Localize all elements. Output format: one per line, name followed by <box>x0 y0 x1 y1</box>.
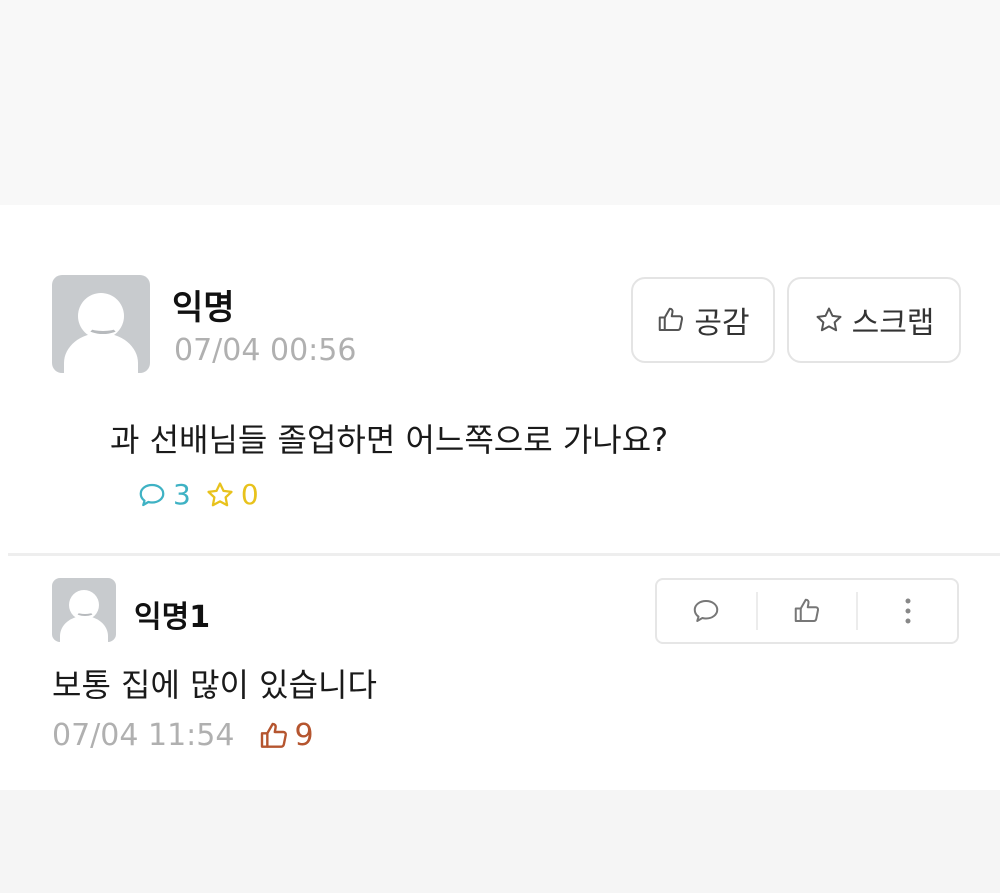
like-button[interactable]: 공감 <box>631 277 775 363</box>
comment-author-avatar <box>52 578 116 642</box>
star-icon <box>205 480 235 510</box>
comment-action-bar <box>655 578 959 644</box>
comment-timestamp: 07/04 11:54 <box>52 718 235 753</box>
post-body-text: 과 선배님들 졸업하면 어느쪽으로 가나요? <box>110 421 669 459</box>
comment-author-name: 익명1 <box>134 600 211 635</box>
post-author-name: 익명 <box>172 288 235 328</box>
scrap-button[interactable]: 스크랩 <box>787 277 961 363</box>
like-button-label: 공감 <box>694 306 750 341</box>
more-vertical-icon <box>903 596 913 626</box>
comment-like-count-value: 9 <box>294 718 314 753</box>
comment-like-button[interactable] <box>758 580 857 642</box>
comment-meta: 07/04 11:54 9 <box>52 718 314 753</box>
scrap-count-value: 0 <box>240 478 259 511</box>
speech-bubble-icon <box>137 481 167 509</box>
comment-count-value: 3 <box>173 478 191 511</box>
star-icon <box>814 305 844 335</box>
post-stats: 3 0 <box>137 478 259 511</box>
speech-bubble-icon <box>691 597 721 625</box>
post-author-avatar <box>52 275 150 373</box>
more-options-button[interactable] <box>858 580 957 642</box>
divider <box>8 553 1000 556</box>
thumbs-up-icon <box>792 596 822 626</box>
scrap-button-label: 스크랩 <box>851 306 935 341</box>
bottom-background <box>0 790 1000 893</box>
top-background <box>0 0 1000 205</box>
scrap-count: 0 <box>205 478 259 511</box>
comment-like-count: 9 <box>258 718 314 753</box>
thumbs-up-icon <box>656 305 686 335</box>
reply-button[interactable] <box>657 580 756 642</box>
thumbs-up-icon <box>258 720 290 752</box>
comment-count: 3 <box>137 478 191 511</box>
comment-body-text: 보통 집에 많이 있습니다 <box>52 666 377 704</box>
post-timestamp: 07/04 00:56 <box>174 333 357 368</box>
